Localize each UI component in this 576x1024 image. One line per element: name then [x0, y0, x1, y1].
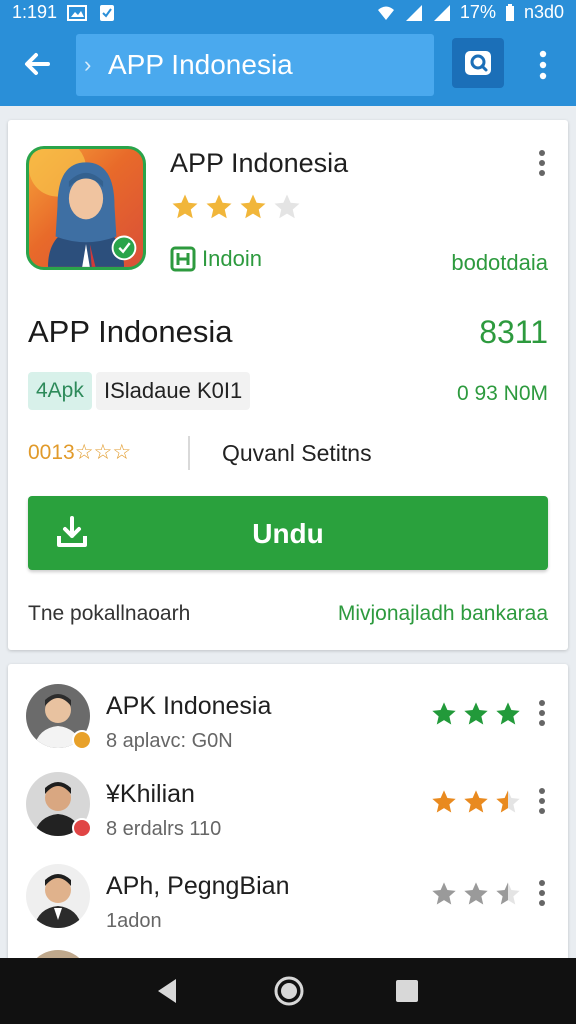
list-item[interactable]: APh, PegngBian 1adon — [8, 850, 568, 940]
signal-icon — [405, 4, 422, 21]
more-vert-icon[interactable] — [528, 48, 558, 82]
avatar — [26, 864, 90, 928]
book-icon — [170, 246, 196, 272]
header-star-rating — [170, 192, 302, 222]
star-icon — [206, 194, 232, 219]
wifi-icon — [377, 6, 394, 20]
divider — [188, 436, 190, 470]
star-icon — [172, 194, 198, 219]
developer-badge-label: Indoin — [202, 246, 262, 271]
battery-percent: 17% — [459, 2, 496, 22]
nav-home-icon[interactable] — [272, 974, 306, 1008]
more-vert-icon[interactable] — [532, 878, 552, 908]
list-item-subtitle: 8 aplavc: G0N — [106, 730, 233, 752]
app-icon[interactable] — [26, 146, 146, 270]
app-header-title: APP Indonesia — [170, 148, 349, 178]
rating-summary: 0013☆☆☆ — [28, 441, 132, 464]
verified-badge-icon — [72, 818, 92, 838]
list-item-subtitle: 8 erdalrs 110 — [106, 818, 222, 840]
app-number: 8311 — [479, 314, 548, 350]
search-input[interactable]: › APP Indonesia — [76, 34, 434, 96]
quick-settings-link[interactable]: Quvanl Setitns — [222, 440, 372, 467]
verified-badge-icon — [72, 730, 92, 750]
star-empty-icon — [274, 194, 300, 219]
developer-badge[interactable]: Indoin — [170, 246, 262, 272]
list-item-title: APh, PegngBian — [106, 872, 290, 900]
search-query: APP Indonesia — [108, 49, 293, 80]
status-clock-right: n3d0 — [523, 2, 564, 22]
gallery-notification-icon — [67, 4, 88, 21]
related-apps-list: APK Indonesia 8 aplavc: G0N ¥Khilian 8 e… — [8, 664, 568, 964]
signal-icon-2 — [433, 4, 450, 21]
status-time: 1:191 — [12, 2, 58, 22]
nav-recents-icon[interactable] — [394, 978, 420, 1004]
more-vert-icon[interactable] — [530, 148, 554, 178]
search-button[interactable] — [452, 38, 504, 88]
list-item-rating — [430, 788, 522, 816]
battery-icon — [505, 3, 514, 21]
star-half-icon — [496, 882, 520, 905]
star-icon — [464, 882, 488, 905]
app-icon-portrait — [29, 149, 137, 267]
footer-link[interactable]: Mivjonajladh bankaraa — [338, 602, 548, 626]
nav-back-icon[interactable] — [152, 976, 182, 1006]
clipboard-notification-icon — [100, 4, 115, 21]
more-vert-icon[interactable] — [532, 786, 552, 816]
download-button[interactable]: Undu — [28, 496, 548, 570]
app-size: 0 93 N0M — [456, 382, 548, 405]
star-icon — [240, 194, 266, 219]
status-bar: 1:191 17% n3d0 — [0, 0, 576, 26]
list-item[interactable]: APK Indonesia 8 aplavc: G0N — [8, 670, 568, 760]
footer-info: Tne pokallnaoarh — [28, 602, 191, 625]
app-details-card: APP Indonesia Indoin bodotdaia APP Indon… — [8, 120, 568, 650]
star-half-icon — [496, 790, 520, 813]
status-chip[interactable]: ISladaue K0I1 — [96, 372, 251, 410]
back-arrow-icon[interactable] — [18, 44, 58, 84]
star-icon — [432, 790, 456, 813]
star-icon — [496, 702, 520, 725]
list-item-title: ¥Khilian — [106, 780, 195, 808]
list-item[interactable]: ¥Khilian 8 erdalrs 110 — [8, 758, 568, 848]
list-item-title: APK Indonesia — [106, 692, 272, 720]
list-item-rating — [430, 700, 522, 728]
system-nav-bar — [0, 958, 576, 1024]
app-bar: › APP Indonesia — [0, 26, 576, 106]
more-vert-icon[interactable] — [532, 698, 552, 728]
search-icon — [465, 51, 491, 75]
list-item-subtitle: 1adon — [106, 910, 162, 932]
star-icon — [432, 882, 456, 905]
chevron-right-icon: › — [84, 52, 92, 77]
apk-chip[interactable]: 4Apk — [28, 372, 92, 410]
app-name: APP Indonesia — [28, 314, 233, 349]
category-link[interactable]: bodotdaia — [451, 250, 548, 276]
download-label: Undu — [252, 518, 324, 549]
star-icon — [464, 790, 488, 813]
list-item-rating — [430, 880, 522, 908]
star-icon — [432, 702, 456, 725]
star-icon — [464, 702, 488, 725]
